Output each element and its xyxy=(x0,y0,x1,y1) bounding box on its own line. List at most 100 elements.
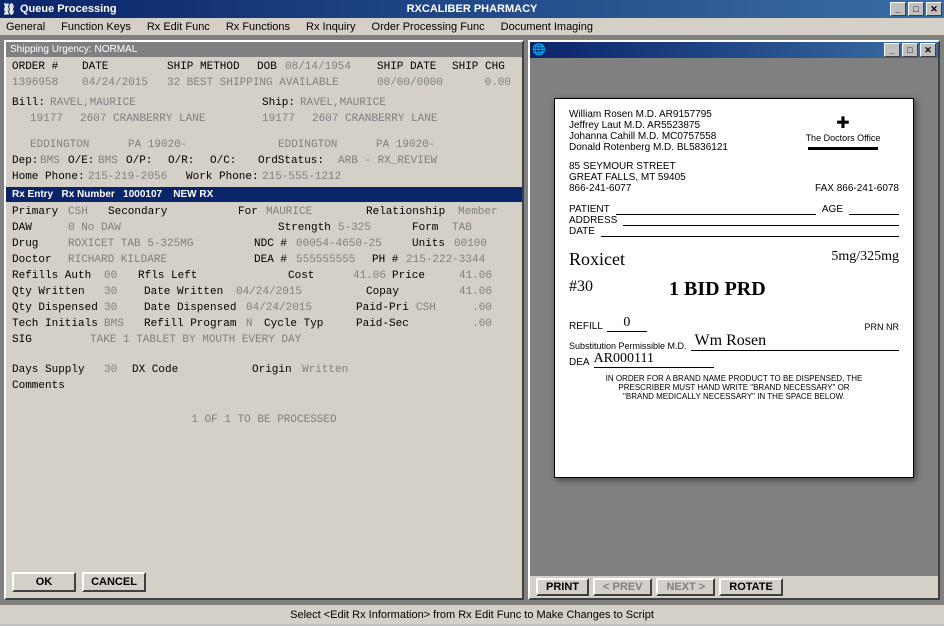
patient-label: PATIENT xyxy=(569,204,610,215)
image-close-button[interactable]: ✕ xyxy=(920,43,936,57)
bill-label: Bill: xyxy=(12,95,50,111)
date-dispensed-value[interactable]: 04/24/2015 xyxy=(246,300,356,316)
menu-rx-inquiry[interactable]: Rx Inquiry xyxy=(306,21,356,33)
rx-number-value: 1000107 xyxy=(123,189,162,200)
relationship-value[interactable]: Member xyxy=(458,204,498,220)
dea-label: DEA # xyxy=(254,252,296,268)
copay-value: 41.06 xyxy=(432,284,492,300)
order-header-row: ORDER # DATE SHIP METHOD DOB 08/14/1954 … xyxy=(6,57,522,93)
drug-value[interactable]: ROXICET TAB 5-325MG xyxy=(68,236,254,252)
order-panel: Shipping Urgency: NORMAL ORDER # DATE SH… xyxy=(4,40,524,600)
ship-date: 00/00/0000 xyxy=(377,75,463,91)
strength-value[interactable]: 5-325 xyxy=(338,220,412,236)
menu-document-imaging[interactable]: Document Imaging xyxy=(501,21,593,33)
doctor-value[interactable]: RICHARD KILDARE xyxy=(68,252,254,268)
tech-initials-value[interactable]: BMS xyxy=(104,316,144,332)
ph-label: PH # xyxy=(372,252,406,268)
cancel-button[interactable]: CANCEL xyxy=(82,572,146,592)
ndc-label: NDC # xyxy=(254,236,296,252)
ph-value[interactable]: 215-222-3344 xyxy=(406,252,485,268)
main-title-bar: ⛓ Queue Processing RXCALIBER PHARMACY _ … xyxy=(0,0,944,18)
print-button[interactable]: PRINT xyxy=(536,578,589,596)
primary-value[interactable]: CSH xyxy=(68,204,108,220)
status-bar: Select <Edit Rx Information> from Rx Edi… xyxy=(0,604,944,624)
close-button[interactable]: ✕ xyxy=(926,2,942,16)
refill-label: REFILL xyxy=(569,321,603,332)
dea-value[interactable]: 555555555 xyxy=(296,252,372,268)
paid-sec-label: Paid-Sec xyxy=(356,316,416,332)
hand-drug: Roxicet xyxy=(569,249,831,270)
home-phone: 215-219-2056 xyxy=(88,169,186,185)
dep-label: Dep: xyxy=(12,153,40,169)
days-supply-value[interactable]: 30 xyxy=(104,362,132,378)
drug-label: Drug xyxy=(12,236,68,252)
price-value: 41.06 xyxy=(436,268,492,284)
units-label: Units xyxy=(412,236,454,252)
image-maximize-button[interactable]: □ xyxy=(902,43,918,57)
sig-label: SIG xyxy=(12,332,90,348)
ship-chg: 0.00 xyxy=(463,75,511,91)
ship-method: 32 BEST SHIPPING AVAILABLE xyxy=(167,75,377,91)
dx-code-label: DX Code xyxy=(132,362,252,378)
image-viewer[interactable]: ✚ The Doctors Office William Rosen M.D. … xyxy=(530,58,938,576)
disclaimer-1: IN ORDER FOR A BRAND NAME PRODUCT TO BE … xyxy=(569,374,899,383)
menu-function-keys[interactable]: Function Keys xyxy=(61,21,131,33)
ship-state: PA 19020- xyxy=(376,137,435,153)
ship-no: 19177 xyxy=(262,111,312,127)
shipping-urgency: Shipping Urgency: NORMAL xyxy=(6,42,522,57)
secondary-label: Secondary xyxy=(108,204,238,220)
refills-auth-value[interactable]: 00 xyxy=(104,268,138,284)
button-row: OK CANCEL xyxy=(6,566,522,598)
address-label: ADDRESS xyxy=(569,215,617,226)
ok-button[interactable]: OK xyxy=(12,572,76,592)
col-dob: DOB xyxy=(257,59,285,75)
qty-written-value[interactable]: 30 xyxy=(104,284,144,300)
ship-name: RAVEL,MAURICE xyxy=(300,95,386,111)
days-supply-label: Days Supply xyxy=(12,362,104,378)
or-label: O/R: xyxy=(168,153,210,169)
prev-button[interactable]: < PREV xyxy=(593,578,652,596)
col-ship-method: SHIP METHOD xyxy=(167,59,257,75)
daw-value[interactable]: 0 No DAW xyxy=(68,220,278,236)
menu-rx-edit-func[interactable]: Rx Edit Func xyxy=(147,21,210,33)
record-counter: 1 OF 1 TO BE PROCESSED xyxy=(191,412,336,428)
op-label: O/P: xyxy=(126,153,168,169)
daw-label: DAW xyxy=(12,220,68,236)
prn-nr-label: PRN NR xyxy=(864,322,899,332)
refills-auth-label: Refills Auth xyxy=(12,268,104,284)
bill-name: RAVEL,MAURICE xyxy=(50,95,262,111)
origin-value[interactable]: Written xyxy=(302,362,348,378)
maximize-button[interactable]: □ xyxy=(908,2,924,16)
paid-sec-amt: .00 xyxy=(416,316,492,332)
workspace: Shipping Urgency: NORMAL ORDER # DATE SH… xyxy=(0,36,944,604)
sig-value[interactable]: TAKE 1 TABLET BY MOUTH EVERY DAY xyxy=(90,332,301,348)
date-written-value[interactable]: 04/24/2015 xyxy=(236,284,366,300)
menu-bar: General Function Keys Rx Edit Func Rx Fu… xyxy=(0,18,944,36)
paid-pri-label: Paid-Pri xyxy=(356,300,416,316)
hand-dose: 5mg/325mg xyxy=(831,249,899,270)
minimize-button[interactable]: _ xyxy=(890,2,906,16)
menu-general[interactable]: General xyxy=(6,21,45,33)
tech-initials-label: Tech Initials xyxy=(12,316,104,332)
refill-program-value[interactable]: N xyxy=(246,316,264,332)
hand-sig: 1 BID PRD xyxy=(669,278,766,301)
units-value[interactable]: 00100 xyxy=(454,236,487,252)
form-value[interactable]: TAB xyxy=(452,220,472,236)
signature: Wm Rosen xyxy=(691,332,899,351)
paid-pri-amt: .00 xyxy=(450,300,492,316)
rotate-button[interactable]: ROTATE xyxy=(719,578,783,596)
oe-label: O/E: xyxy=(68,153,98,169)
office-addr2: GREAT FALLS, MT 59405 xyxy=(569,172,899,183)
next-button[interactable]: NEXT > xyxy=(656,578,715,596)
for-value[interactable]: MAURICE xyxy=(266,204,366,220)
bill-street: 2607 CRANBERRY LANE xyxy=(80,111,262,127)
ndc-value[interactable]: 00054-4650-25 xyxy=(296,236,412,252)
home-phone-label: Home Phone: xyxy=(12,169,88,185)
prescription-image: ✚ The Doctors Office William Rosen M.D. … xyxy=(554,98,914,478)
copay-label: Copay xyxy=(366,284,432,300)
menu-order-processing-func[interactable]: Order Processing Func xyxy=(372,21,485,33)
ship-street: 2607 CRANBERRY LANE xyxy=(312,111,437,127)
image-minimize-button[interactable]: _ xyxy=(884,43,900,57)
menu-rx-functions[interactable]: Rx Functions xyxy=(226,21,290,33)
qty-dispensed-value[interactable]: 30 xyxy=(104,300,144,316)
